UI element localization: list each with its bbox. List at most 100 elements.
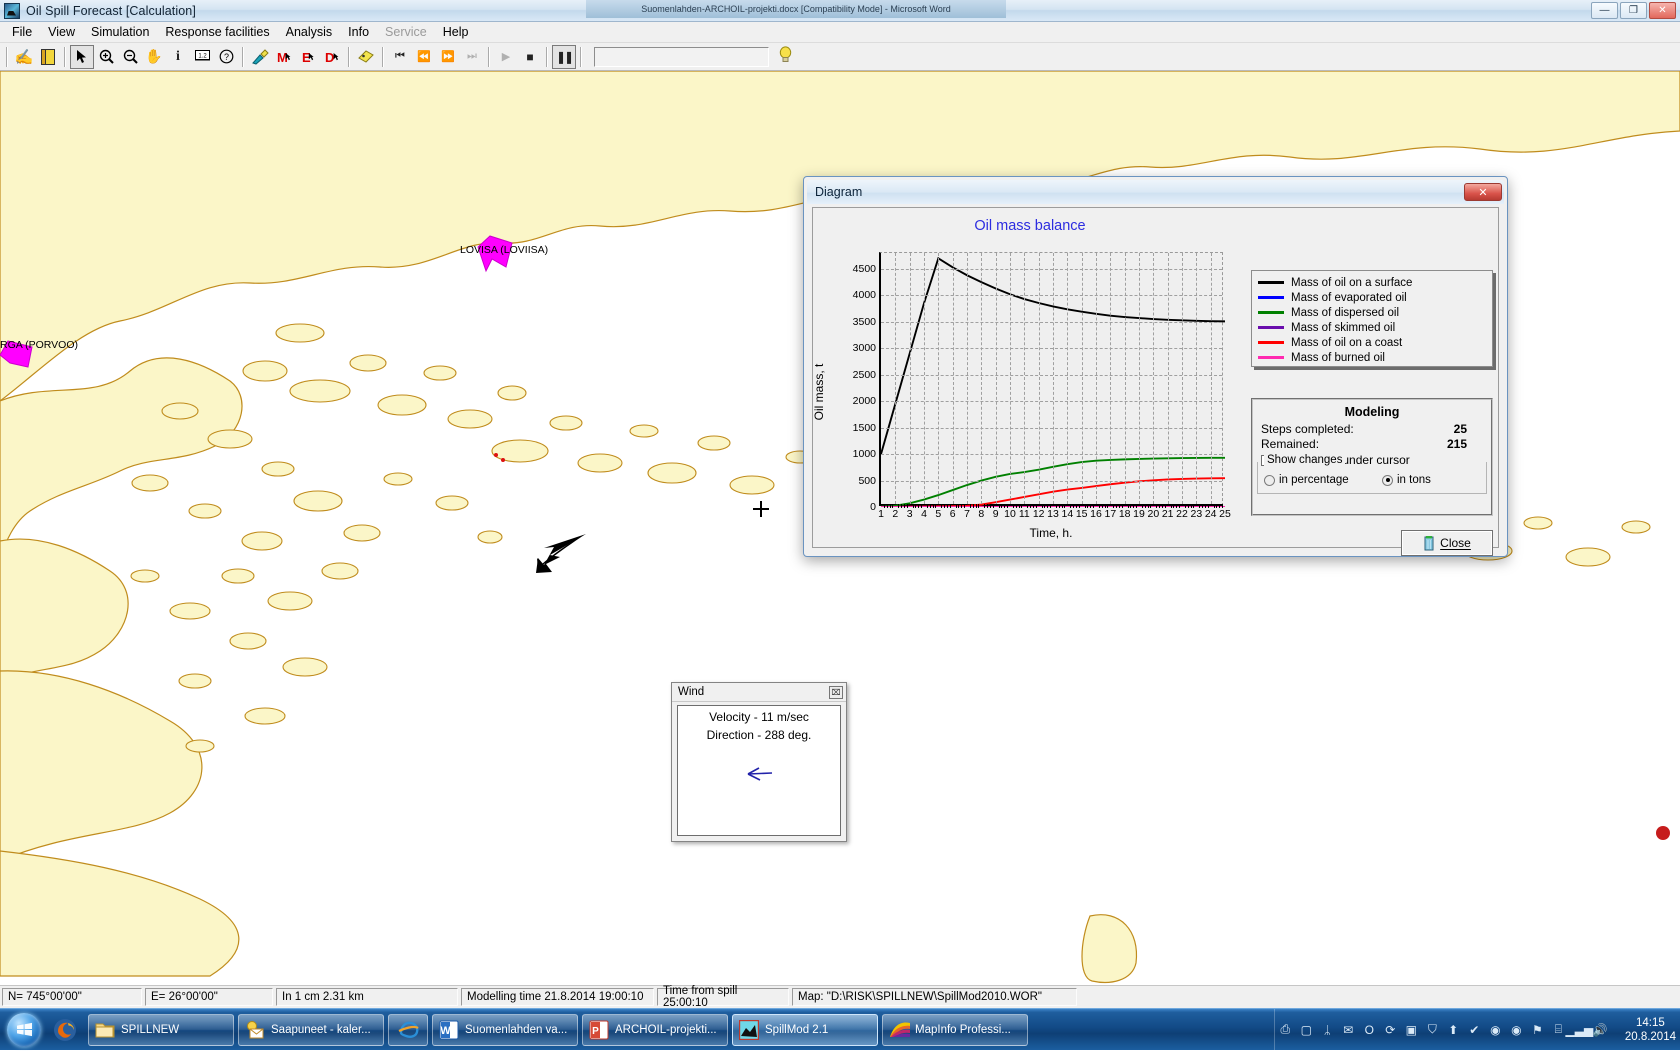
system-tray: ⎙ ▢ ᛦ ✉ O ⟳ ▣ ⛉ ⬆ ✔ ◉ ◉ ⚑ ⌸ ▁▃▅ 🔊 (1273, 1008, 1617, 1051)
firefox-icon[interactable] (46, 1011, 84, 1049)
stop-icon[interactable]: ■ (518, 45, 542, 69)
menu-item-view[interactable]: View (40, 23, 83, 41)
taskbar-task-archoil-projekti[interactable]: P ARCHOIL-projekti... (582, 1013, 728, 1046)
hint-bulb-icon[interactable] (779, 46, 792, 67)
menu-item-response-facilities[interactable]: Response facilities (157, 23, 277, 41)
toolbar-separator (348, 46, 350, 67)
legend-label: Mass of skimmed oil (1291, 321, 1396, 334)
office-tray-icon[interactable]: O (1359, 1019, 1380, 1040)
ruler-numbers-icon[interactable]: 1.2 (190, 45, 214, 69)
x-minor-tick (1041, 504, 1043, 508)
minimize-button[interactable]: — (1591, 2, 1618, 19)
legend-color-swatch (1258, 296, 1284, 299)
gridline-horizontal (881, 427, 1222, 429)
m-marker-icon[interactable]: M (272, 45, 296, 69)
wind-direction-text: Direction - 288 deg. (706, 728, 812, 742)
menu-item-analysis[interactable]: Analysis (278, 23, 341, 41)
gridline-vertical (909, 253, 911, 504)
skip-end-icon[interactable]: ⏭ (460, 45, 484, 69)
open-hand-icon[interactable]: ✍ (12, 45, 36, 69)
gridline-vertical (1167, 253, 1169, 504)
fast-forward-icon[interactable]: ⏩ (436, 45, 460, 69)
taskbar-task-spillnew[interactable]: SPILLNEW (88, 1013, 234, 1046)
network-pc-icon[interactable]: ▣ (1401, 1019, 1422, 1040)
antivirus-icon[interactable]: ✔ (1464, 1019, 1485, 1040)
x-tick-label: 25 (1219, 508, 1231, 520)
zoom-in-icon[interactable] (94, 45, 118, 69)
rewind-icon[interactable]: ⏪ (412, 45, 436, 69)
help-query-icon[interactable]: ? (214, 45, 238, 69)
menu-item-info[interactable]: Info (340, 23, 377, 41)
status-pane-scale: In 1 cm 2.31 km (276, 988, 458, 1006)
diagram-close-icon[interactable]: ✕ (1464, 183, 1502, 201)
menu-item-file[interactable]: File (4, 23, 40, 41)
taskbar-task-mapinfo-professi[interactable]: MapInfo Professi... (882, 1013, 1028, 1046)
e-marker-icon[interactable]: E (296, 45, 320, 69)
mail-tray-icon[interactable]: ✉ (1338, 1019, 1359, 1040)
gridline-vertical (924, 253, 925, 504)
show-changes-legend: Show changes (1264, 454, 1346, 466)
printer-icon[interactable]: ⎙ (1275, 1019, 1296, 1040)
x-minor-tick (984, 504, 986, 508)
maximize-button[interactable]: ❐ (1620, 2, 1647, 19)
wind-window[interactable]: Wind ⌧ Velocity - 11 m/sec Direction - 2… (671, 682, 847, 842)
green-circle-icon[interactable]: ◉ (1485, 1019, 1506, 1040)
x-minor-tick (987, 504, 989, 508)
menu-item-simulation[interactable]: Simulation (83, 23, 157, 41)
remained-label: Remained: (1261, 437, 1320, 451)
tool-bar: ✍ ✋ i 1.2 ? M E D ⏮ ⏪ ⏩ ⏭ ▶ ■ ❚❚ (0, 43, 1680, 71)
wind-close-icon[interactable]: ⌧ (829, 685, 843, 699)
toolbar-separator (6, 46, 8, 67)
zoom-out-icon[interactable] (118, 45, 142, 69)
update-icon[interactable]: ⬆ (1443, 1019, 1464, 1040)
window-title: Oil Spill Forecast [Calculation] (26, 3, 196, 18)
sync-icon[interactable]: ⟳ (1380, 1019, 1401, 1040)
taskbar-clock[interactable]: 14:15 20.8.2014 (1625, 1016, 1680, 1044)
gridline-horizontal (881, 374, 1222, 376)
bluetooth-icon[interactable]: ᛦ (1317, 1019, 1338, 1040)
x-tick-label: 4 (921, 508, 927, 520)
close-window-button[interactable]: ✕ (1649, 2, 1676, 19)
diagram-dialog[interactable]: Diagram ✕ Oil mass balance Oil mass, t 0… (803, 176, 1508, 557)
gridline-vertical (895, 253, 897, 504)
toolbar-separator (242, 46, 244, 67)
info-icon[interactable]: i (166, 45, 190, 69)
gridline-vertical (1124, 253, 1126, 504)
menu-item-help[interactable]: Help (435, 23, 477, 41)
skip-start-icon[interactable]: ⏮ (388, 45, 412, 69)
start-button[interactable] (2, 1011, 46, 1049)
y-tick-label: 3000 (852, 342, 876, 355)
radio-in-tons[interactable]: in tons (1382, 474, 1431, 486)
pause-icon[interactable]: ❚❚ (552, 44, 576, 69)
map-canvas[interactable]: LOVISA (LOVIISA) RGA (PORVOO) Wind ⌧ Vel… (0, 71, 1680, 985)
pan-hand-icon[interactable]: ✋ (142, 45, 166, 69)
monitor-icon[interactable]: ▢ (1296, 1019, 1317, 1040)
taskbar-task-suomenlahden-va[interactable]: W Suomenlahden va... (432, 1013, 578, 1046)
legend-item: Mass of evaporated oil (1258, 290, 1486, 305)
radio-in-percentage[interactable]: in percentage (1264, 474, 1382, 486)
book-icon[interactable] (36, 45, 60, 69)
arrow-select-icon[interactable] (70, 44, 94, 69)
legend-label: Mass of burned oil (1291, 351, 1385, 364)
volume-icon[interactable]: 🔊 (1590, 1019, 1611, 1040)
shield-icon[interactable]: ⛉ (1422, 1019, 1443, 1040)
diagram-close-button[interactable]: Close (1401, 530, 1493, 556)
taskbar-task-internet-explorer-icon[interactable] (388, 1013, 428, 1046)
radio-in-percentage-dot[interactable] (1264, 474, 1275, 486)
spill-source-icon[interactable] (248, 45, 272, 69)
radio-in-tons-dot[interactable] (1382, 474, 1393, 486)
taskbar-tasks: SPILLNEW Saapuneet - kaler... W Suomenlahde… (84, 1013, 1028, 1046)
blue-circle-icon[interactable]: ◉ (1506, 1019, 1527, 1040)
signal-icon[interactable]: ▁▃▅ (1565, 1019, 1593, 1040)
taskbar-task-spillmod-2-1[interactable]: SpillMod 2.1 (732, 1013, 878, 1046)
legend-item: Mass of oil on a coast (1258, 335, 1486, 350)
x-tick-label: 2 (892, 508, 899, 520)
label-tag-icon[interactable] (354, 45, 378, 69)
play-icon[interactable]: ▶ (494, 45, 518, 69)
d-marker-icon[interactable]: D (320, 45, 344, 69)
taskbar-task-saapuneet-kaler[interactable]: Saapuneet - kaler... (238, 1013, 384, 1046)
gridline-vertical (967, 253, 968, 504)
remained-row: Remained: 215 (1261, 437, 1483, 451)
toolbar-separator (64, 46, 66, 67)
flag-icon[interactable]: ⚑ (1527, 1019, 1548, 1040)
